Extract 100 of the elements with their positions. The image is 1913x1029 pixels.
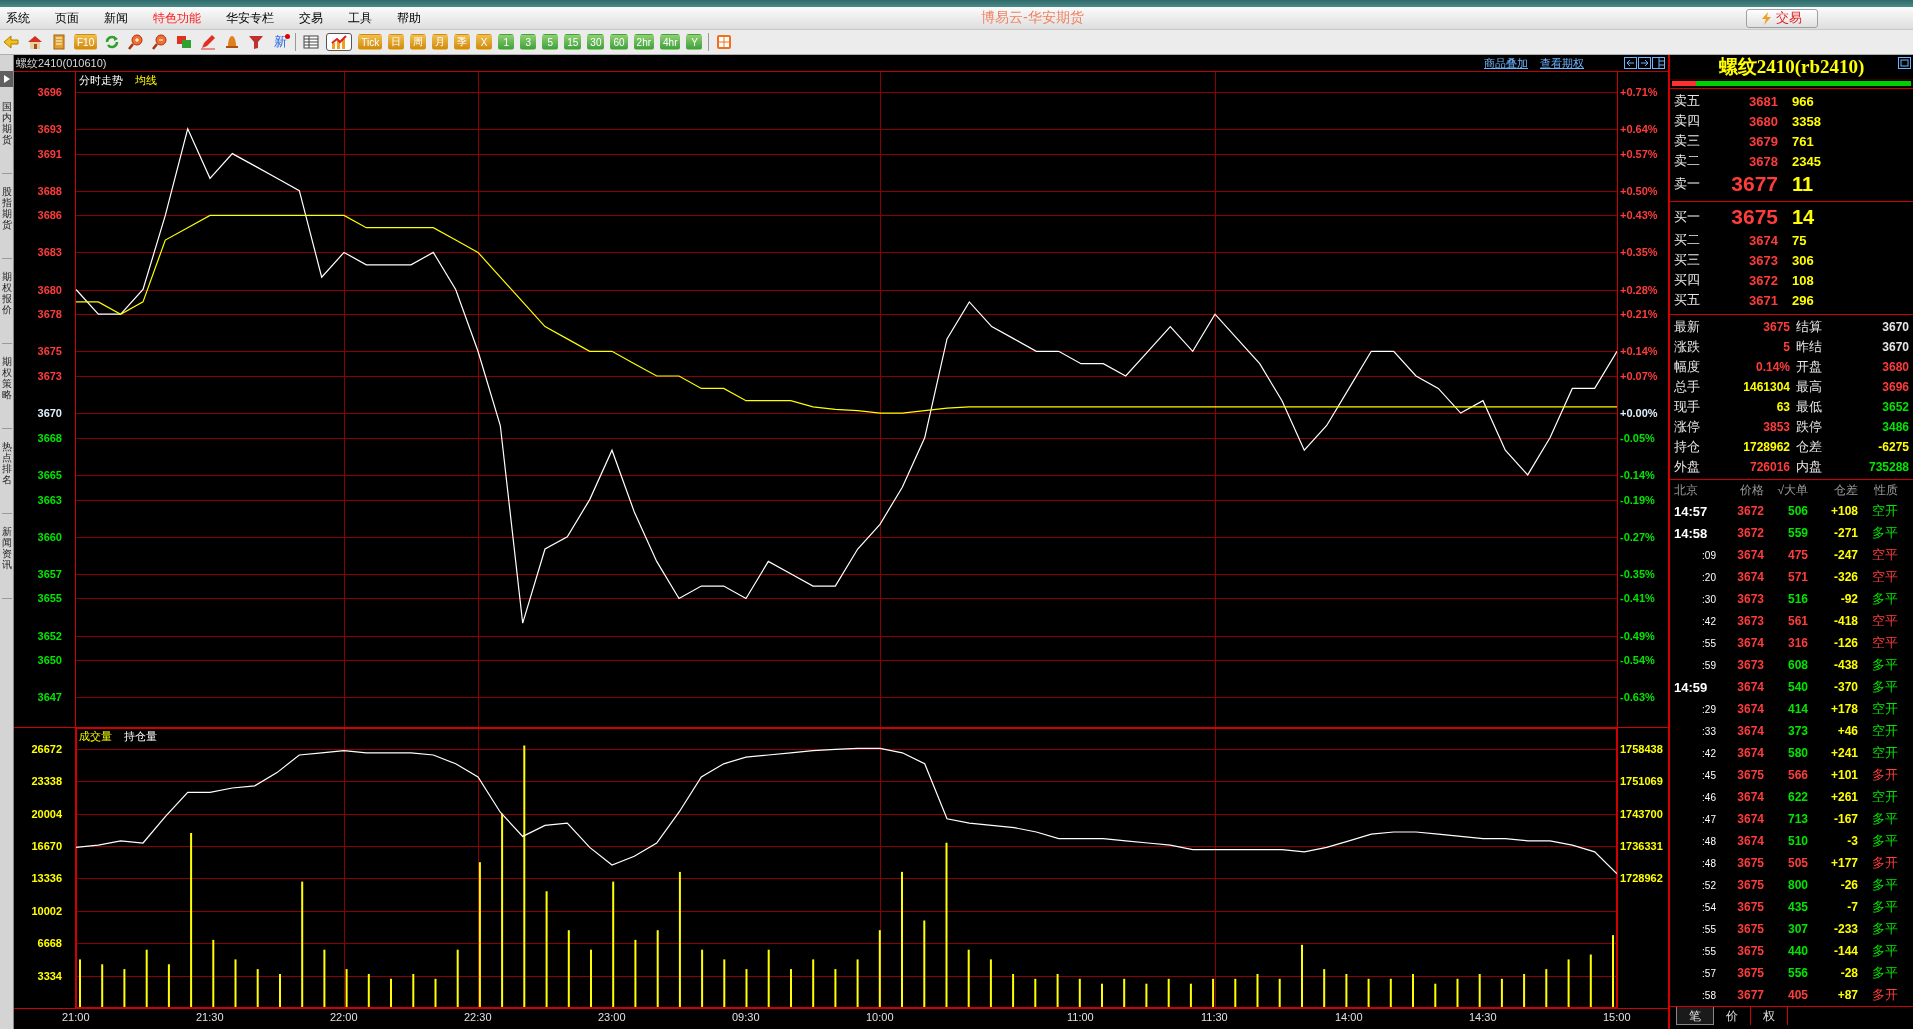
tick-time: :33 <box>1701 725 1717 737</box>
time-axis-label: 11:00 <box>1067 1011 1094 1023</box>
stat-value: -6275 <box>1877 439 1909 456</box>
tick-volume: 435 <box>1786 900 1808 914</box>
tick-time: :47 <box>1701 813 1717 825</box>
tick-change: -271 <box>1832 526 1858 540</box>
time-axis-label: 21:30 <box>196 1011 224 1023</box>
tick-volume: 414 <box>1786 702 1808 716</box>
tick-price: 3674 <box>1736 790 1764 804</box>
tick-price: 3673 <box>1736 658 1764 672</box>
side-tab[interactable]: 期权策略 <box>1 350 12 429</box>
order-level-label: 买四 <box>1674 271 1701 289</box>
tick-nature: 多开 <box>1871 766 1898 784</box>
link[interactable]: 商品叠加 <box>1484 55 1528 71</box>
volume-axis-label: 6668 <box>37 937 62 950</box>
stat-value: 63 <box>1775 399 1790 416</box>
percent-axis-label: +0.07% <box>1620 370 1658 382</box>
order-volume: 966 <box>1792 93 1815 109</box>
side-tab[interactable]: 热点排名 <box>1 435 12 514</box>
legend-label: 分时走势 <box>79 73 123 88</box>
menu-item[interactable]: 工具 <box>348 9 372 27</box>
side-tab[interactable]: 期权报价 <box>1 265 12 344</box>
price-axis-label: 3691 <box>37 147 62 160</box>
tick-price: 3672 <box>1736 504 1764 518</box>
tick-nature: 多平 <box>1871 678 1898 696</box>
tick-time: :48 <box>1701 857 1717 869</box>
order-level-label: 买五 <box>1674 291 1701 309</box>
percent-axis-label: -0.35% <box>1620 567 1655 580</box>
legend-label: 成交量 <box>79 729 112 744</box>
price-axis-label: 3668 <box>37 431 62 444</box>
stat-value: 3675 <box>1762 319 1790 336</box>
stat-label: 开盘 <box>1795 358 1823 376</box>
menu-item[interactable]: 系统 <box>6 9 30 27</box>
stat-value: 3652 <box>1881 399 1909 416</box>
tab[interactable]: 笔 <box>1676 1007 1714 1025</box>
order-price: 3681 <box>1748 93 1779 109</box>
tick-price: 3673 <box>1736 592 1764 606</box>
stat-value: 3670 <box>1881 319 1909 336</box>
tick-change: -92 <box>1839 592 1858 606</box>
tick-price: 3677 <box>1736 988 1764 1002</box>
tick-change: +87 <box>1836 988 1858 1002</box>
menu-item[interactable]: 新闻 <box>104 9 128 27</box>
tick-volume: 510 <box>1786 834 1808 848</box>
period-button[interactable]: 30 <box>587 34 605 50</box>
stat-label: 幅度 <box>1674 358 1701 376</box>
price-axis-label: 3675 <box>37 345 62 358</box>
news-button[interactable]: 新 <box>271 33 290 51</box>
price-axis-label: 3652 <box>37 629 62 642</box>
period-button[interactable]: 3 <box>520 34 537 50</box>
tab[interactable]: 价 <box>1714 1007 1751 1025</box>
period-button[interactable]: 15 <box>564 34 582 50</box>
tick-time: :59 <box>1701 659 1717 671</box>
tick-time: :52 <box>1701 879 1717 891</box>
menu-item[interactable]: 页面 <box>55 9 79 27</box>
side-tab[interactable]: 股指期货 <box>1 180 12 259</box>
menu-item[interactable]: 交易 <box>299 9 323 27</box>
order-level-label: 卖四 <box>1674 112 1701 130</box>
side-tab[interactable]: 新闻资讯 <box>1 520 12 599</box>
tick-price: 3674 <box>1736 680 1764 694</box>
tick-time: :48 <box>1701 835 1717 847</box>
tick-price: 3674 <box>1736 702 1764 716</box>
percent-axis-label: -0.05% <box>1620 431 1655 444</box>
percent-axis-label: +0.43% <box>1620 209 1658 222</box>
stat-label: 昨结 <box>1795 338 1823 356</box>
link[interactable]: 查看期权 <box>1540 55 1584 71</box>
stat-label: 涨停 <box>1674 418 1701 436</box>
column-header: 北京 <box>1673 481 1699 499</box>
menu-item[interactable]: 特色功能 <box>153 9 201 27</box>
tick-price: 3675 <box>1736 878 1764 892</box>
open-interest-axis-label: 1751069 <box>1620 775 1663 788</box>
tick-price: 3674 <box>1736 548 1764 562</box>
tick-nature: 多平 <box>1871 964 1898 982</box>
percent-axis-label: +0.21% <box>1620 308 1658 321</box>
tick-time: 14:59 <box>1673 679 1709 695</box>
stat-label: 跌停 <box>1795 418 1823 436</box>
tick-change: -233 <box>1832 922 1858 936</box>
percent-axis-label: +0.71% <box>1620 85 1658 98</box>
stat-value: 1461304 <box>1742 379 1790 396</box>
percent-axis-label: +0.35% <box>1620 246 1658 259</box>
stat-label: 仓差 <box>1795 438 1823 456</box>
menu-item[interactable]: 华安专栏 <box>226 9 274 27</box>
trade-button[interactable]: 交易 <box>1746 8 1818 28</box>
tick-nature: 多平 <box>1871 920 1898 938</box>
column-header: 仓差 <box>1833 481 1858 499</box>
period-button[interactable]: Y <box>686 34 703 50</box>
tick-nature: 多平 <box>1871 898 1898 916</box>
tick-price: 3674 <box>1736 636 1764 650</box>
order-volume: 2345 <box>1792 153 1822 169</box>
tab[interactable]: 权 <box>1751 1007 1788 1025</box>
tick-time: :54 <box>1701 901 1717 913</box>
time-axis-label: 14:30 <box>1469 1011 1497 1023</box>
side-tab[interactable]: 国内期货 <box>1 95 12 174</box>
stat-label: 内盘 <box>1795 458 1823 476</box>
order-price: 3678 <box>1748 153 1779 169</box>
tick-change: +261 <box>1829 790 1858 804</box>
price-axis-label: 3655 <box>37 592 62 605</box>
volume-axis-label: 13336 <box>31 872 62 885</box>
stat-label: 最高 <box>1795 378 1823 396</box>
menu-item[interactable]: 帮助 <box>397 9 421 27</box>
period-button[interactable]: 4hr <box>660 34 681 50</box>
